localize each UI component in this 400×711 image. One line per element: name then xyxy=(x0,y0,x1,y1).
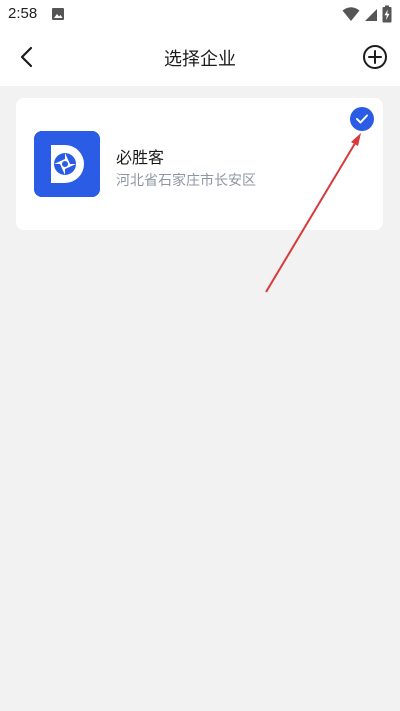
plus-circle-icon xyxy=(363,45,387,69)
company-logo-icon xyxy=(34,131,100,197)
cellular-signal-icon xyxy=(364,6,378,26)
image-notification-icon xyxy=(51,6,65,25)
company-card[interactable]: 必胜客 河北省石家庄市长安区 xyxy=(16,98,383,230)
company-list: 必胜客 河北省石家庄市长安区 xyxy=(0,86,400,711)
company-logo xyxy=(34,131,100,197)
company-name: 必胜客 xyxy=(116,148,165,167)
page-title: 选择企业 xyxy=(164,49,236,70)
status-time: 2:58 xyxy=(8,5,38,22)
navigation-bar: 选择企业 xyxy=(0,28,400,86)
status-bar: 2:58 xyxy=(0,0,400,28)
add-company-button[interactable] xyxy=(360,42,390,72)
battery-charging-icon xyxy=(382,5,392,27)
wifi-icon xyxy=(342,6,360,26)
company-address: 河北省石家庄市长安区 xyxy=(116,173,256,189)
status-icons xyxy=(342,5,392,27)
selected-check-icon[interactable] xyxy=(350,107,374,131)
